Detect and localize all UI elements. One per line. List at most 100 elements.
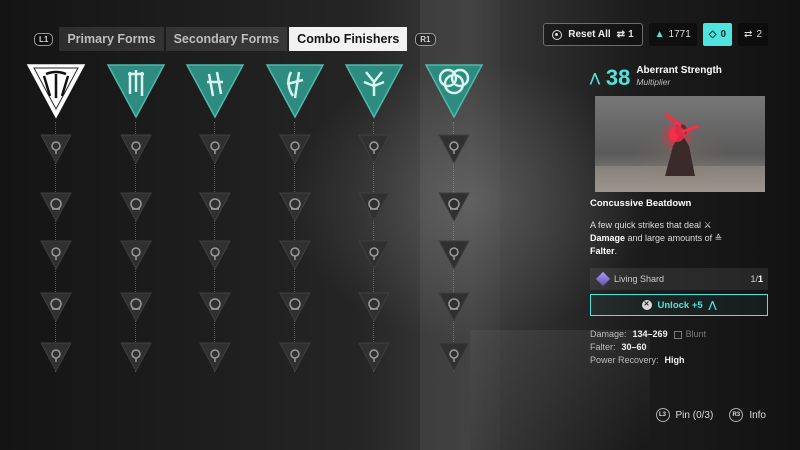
cost-have: 1/: [750, 274, 758, 284]
layers-icon[interactable]: [198, 132, 232, 166]
pin-label: Pin (0/3): [675, 409, 714, 421]
spiked-ring-icon[interactable]: [357, 290, 391, 324]
power-label: Power Recovery:: [590, 355, 659, 365]
ability-preview-image: [595, 96, 765, 192]
living-shard-icon: [595, 271, 611, 287]
detail-panel: ⋀ 38 Aberrant Strength Multiplier Concus…: [590, 65, 768, 367]
desc-falter: Falter: [590, 246, 615, 256]
ability-title: Aberrant Strength Multiplier: [636, 65, 722, 87]
falter-value: 30–60: [621, 342, 647, 352]
l3-stick-icon: L3: [655, 408, 670, 422]
reset-all-button[interactable]: Reset All ⇄ 1: [543, 23, 643, 46]
currency-b: ◇ 0: [702, 23, 733, 46]
pin-hint[interactable]: L3 Pin (0/3): [655, 408, 714, 422]
stats-block: Damage: 134–269 Blunt Falter: 30–60 Powe…: [590, 328, 768, 367]
chevron-up-icon: ⋀: [708, 299, 717, 311]
helmet-drop-icon[interactable]: [437, 132, 471, 166]
ring-shield-icon[interactable]: [357, 190, 391, 224]
ability-name: Aberrant Strength: [636, 65, 722, 76]
damage-small-icon: ⚔: [703, 220, 712, 230]
helmet-up-icon[interactable]: [119, 238, 153, 272]
skill-column: [183, 62, 247, 382]
stacked-orb-icon[interactable]: [119, 132, 153, 166]
trophy-icon[interactable]: [39, 340, 73, 374]
spike-helm-icon[interactable]: [39, 238, 73, 272]
shield-icon[interactable]: [278, 290, 312, 324]
level-number: 38: [605, 65, 631, 90]
falter-label: Falter:: [590, 342, 616, 352]
respec-icon: ⇄: [616, 29, 626, 40]
round-skull-icon[interactable]: [39, 190, 73, 224]
drop-icon[interactable]: [437, 340, 471, 374]
claw-mark-icon[interactable]: [26, 62, 86, 120]
power-value: High: [664, 355, 685, 365]
banner-drip-icon[interactable]: [106, 62, 166, 120]
damage-value: 134–269: [632, 329, 668, 339]
dollar-coin-icon[interactable]: [119, 190, 153, 224]
blade-staff-icon[interactable]: [265, 62, 325, 120]
twin-blades-icon[interactable]: [185, 62, 245, 120]
tab-bar: L1 Primary Forms Secondary Forms Combo F…: [34, 26, 436, 52]
damage-label: Damage:: [590, 329, 627, 339]
cycle-icon[interactable]: [437, 190, 471, 224]
skull-drop-icon[interactable]: [278, 238, 312, 272]
damage-stat: Damage: 134–269 Blunt: [590, 328, 768, 341]
arrow-up-icon[interactable]: [39, 290, 73, 324]
tab-secondary-forms[interactable]: Secondary Forms: [165, 27, 288, 51]
triple-circle-icon[interactable]: [424, 62, 484, 120]
unlock-button[interactable]: ✕ Unlock +5 ⋀: [590, 294, 768, 316]
arrow-up-icon[interactable]: [119, 290, 153, 324]
bottom-hints: L3 Pin (0/3) R3 Info: [655, 408, 766, 422]
branch-icon[interactable]: [198, 238, 232, 272]
l1-button-hint[interactable]: L1: [34, 32, 54, 46]
skill-column: [24, 62, 88, 382]
skull-cross-icon[interactable]: [357, 132, 391, 166]
spiked-crown-icon[interactable]: [437, 238, 471, 272]
skill-tree: [24, 62, 504, 382]
swirl-icon[interactable]: [278, 132, 312, 166]
infinity-icon[interactable]: [278, 340, 312, 374]
ability-section-title: Concussive Beatdown: [590, 198, 692, 209]
diamond-icon: ◇: [708, 29, 717, 40]
top-right-controls: Reset All ⇄ 1 ▲ 1771 ◇ 0 ⇄ 2: [543, 23, 768, 46]
x-button-icon: ✕: [641, 300, 652, 310]
skill-column: [422, 62, 486, 382]
crossed-blades-icon[interactable]: [119, 340, 153, 374]
desc-prefix: A few quick strikes that deal: [590, 220, 702, 230]
reset-count-value: 1: [628, 29, 634, 40]
ability-description: A few quick strikes that deal ⚔ Damage a…: [590, 219, 740, 258]
cost-row: Living Shard 1/1: [590, 268, 768, 290]
ring-icon[interactable]: [198, 290, 232, 324]
desc-end: .: [614, 246, 618, 256]
antler-icon[interactable]: [344, 62, 404, 120]
info-label: Info: [749, 409, 766, 421]
tab-combo-finishers[interactable]: Combo Finishers: [289, 27, 408, 51]
r1-button-hint[interactable]: R1: [415, 32, 436, 46]
burst-icon[interactable]: [357, 238, 391, 272]
r3-stick-icon: R3: [729, 408, 744, 422]
cost-need: 1: [757, 274, 763, 284]
reset-count: ⇄ 1: [617, 29, 634, 40]
tab-primary-forms[interactable]: Primary Forms: [59, 27, 164, 51]
chevron-up-icon: ⋀: [590, 71, 600, 85]
skull-plus-icon[interactable]: [198, 190, 232, 224]
skill-column: [342, 62, 406, 382]
unlock-label: Unlock +5: [657, 299, 703, 311]
helmet-skull-icon[interactable]: [39, 132, 73, 166]
button-circle-icon: [552, 29, 563, 40]
info-hint[interactable]: R3 Info: [729, 408, 766, 422]
ring-small-icon[interactable]: [437, 290, 471, 324]
currency-c: ⇄ 2: [738, 23, 768, 46]
power-stat: Power Recovery: High: [590, 354, 768, 367]
currency-c-value: 2: [756, 29, 762, 40]
falter-stat: Falter: 30–60: [590, 341, 768, 354]
currency-a: ▲ 1771: [648, 23, 697, 46]
sword-icon[interactable]: [198, 340, 232, 374]
swap-icon: ⇄: [744, 29, 753, 40]
currency-b-value: 0: [720, 29, 727, 40]
desc-damage: Damage: [590, 233, 626, 243]
fist-burst-icon[interactable]: [278, 190, 312, 224]
cost-label: Living Shard: [614, 274, 665, 284]
crystal-icon: ▲: [654, 29, 665, 40]
target-icon[interactable]: [357, 340, 391, 374]
